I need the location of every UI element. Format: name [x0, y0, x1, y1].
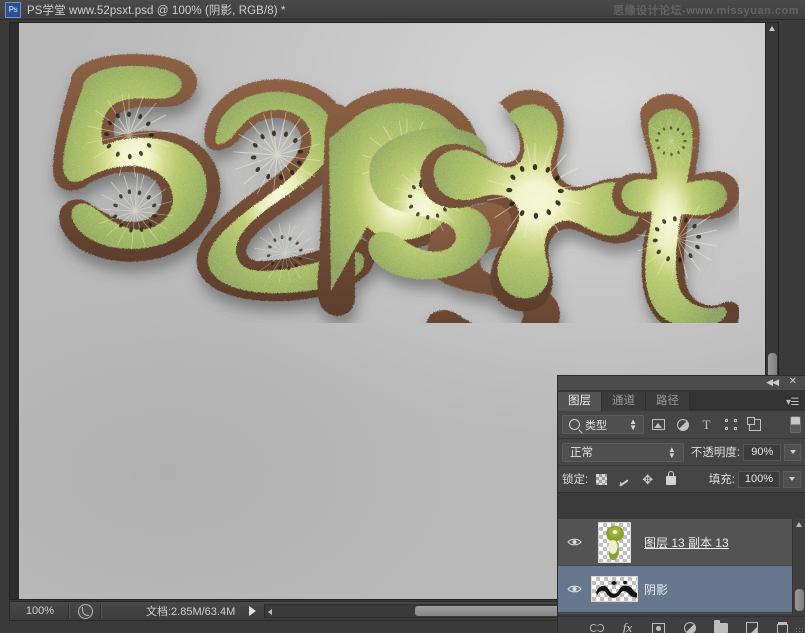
eye-icon [567, 584, 582, 594]
title-bar: Ps PS学堂 www.52psxt.psd @ 100% (阴影, RGB/8… [0, 0, 805, 20]
play-arrow-icon[interactable] [249, 606, 257, 616]
eye-icon [567, 537, 582, 547]
fill-value[interactable]: 100% [738, 470, 780, 488]
tab-layers[interactable]: 图层 [558, 392, 602, 411]
up-down-spinner-icon[interactable]: ▲ ▼ [668, 445, 676, 459]
layer-filter-row: 类型 ▲ ▼ T [558, 411, 805, 439]
tab-channels[interactable]: 通道 [602, 392, 646, 411]
document-info: 文档:2.85M/63.4M [146, 606, 236, 618]
delete-layer-trash-icon[interactable] [775, 621, 790, 633]
photoshop-ps-icon: Ps [5, 1, 21, 18]
scrollbar-thumb[interactable] [795, 589, 804, 611]
photoshop-window: Ps PS学堂 www.52psxt.psd @ 100% (阴影, RGB/8… [0, 0, 805, 633]
lock-row: 锁定: ✥ 填充: 100% [558, 466, 805, 493]
layer-list: 图层 13 副本 13 阴影 [558, 519, 805, 614]
resize-grip[interactable] [795, 627, 803, 633]
filter-enable-toggle[interactable] [790, 416, 801, 433]
table-row[interactable]: 阴影 [558, 566, 805, 613]
new-layer-icon[interactable] [744, 621, 759, 633]
collapse-panel-icon[interactable]: ◀◀ [766, 378, 779, 387]
filter-type-label: 类型 [585, 419, 607, 432]
lock-image-pixels-icon[interactable] [618, 473, 631, 486]
filter-icon-group: T [651, 416, 762, 432]
lock-all-icon[interactable] [664, 471, 677, 486]
new-group-folder-icon[interactable] [713, 620, 728, 633]
table-row[interactable]: 图层 13 副本 13 [558, 519, 805, 566]
filter-type-select[interactable]: 类型 ▲ ▼ [562, 415, 644, 434]
layer-thumbnail-cell[interactable] [591, 521, 638, 563]
tab-paths[interactable]: 路径 [646, 392, 690, 411]
panel-title-bar: ◀◀ ✕ [558, 376, 805, 391]
opacity-label: 不透明度: [690, 447, 741, 459]
lock-label: 锁定: [562, 474, 589, 486]
shadow-smudge-thumbnail [591, 576, 638, 602]
smart-object-filter-icon[interactable] [746, 416, 762, 432]
kiwi-letter-thumbnail [598, 521, 631, 563]
search-icon [569, 419, 580, 430]
layers-panel-toolbar: fx [558, 616, 805, 633]
document-preview-icon[interactable] [70, 603, 100, 619]
layer-name[interactable]: 阴影 [644, 581, 668, 598]
layer-thumbnail-cell[interactable] [591, 576, 638, 602]
layer-name[interactable]: 图层 13 副本 13 [644, 534, 729, 551]
blend-mode-select[interactable]: 正常 ▲ ▼ [562, 442, 684, 462]
lock-transparent-pixels-icon[interactable] [595, 473, 608, 486]
new-adjustment-layer-icon[interactable] [682, 621, 697, 633]
lock-position-icon[interactable]: ✥ [641, 473, 654, 486]
layer-visibility-toggle[interactable] [558, 584, 591, 594]
layer-visibility-toggle[interactable] [558, 537, 591, 547]
fill-group: 填充: 100% [702, 470, 801, 488]
link-layers-icon[interactable] [589, 621, 604, 633]
add-layer-mask-icon[interactable] [651, 621, 666, 633]
blend-mode-row: 正常 ▲ ▼ 不透明度: 90% [558, 439, 805, 466]
opacity-chevron-down-icon[interactable] [784, 443, 802, 461]
layer-style-fx-icon[interactable]: fx [620, 620, 635, 633]
layers-panel: ◀◀ ✕ 图层 通道 路径 ▾☰ 类型 ▲ ▼ T 正常 ▲ ▼ 不透明度: 9… [557, 375, 805, 633]
blend-mode-value: 正常 [570, 447, 593, 459]
kiwi-text-artwork [29, 43, 739, 323]
shape-layer-filter-icon[interactable] [723, 417, 738, 432]
up-down-spinner-icon[interactable]: ▲ ▼ [629, 418, 637, 432]
layer-list-scrollbar[interactable] [792, 519, 805, 614]
zoom-level[interactable]: 100% [10, 605, 68, 617]
panel-tabs: 图层 通道 路径 ▾☰ [558, 391, 805, 411]
panel-menu-icon[interactable]: ▾☰ [786, 398, 799, 408]
adjustment-layer-filter-icon[interactable] [675, 417, 690, 432]
scroll-up-arrow-icon[interactable] [769, 26, 775, 31]
scroll-left-arrow-icon[interactable] [268, 609, 273, 615]
opacity-value[interactable]: 90% [743, 443, 782, 461]
watermark-text: 思缘设计论坛-www.missyuan.com [613, 5, 799, 17]
type-layer-filter-icon[interactable]: T [699, 417, 714, 432]
fill-chevron-down-icon[interactable] [783, 470, 801, 488]
scroll-up-arrow-icon[interactable] [796, 522, 802, 527]
fill-label: 填充: [708, 474, 735, 486]
application-frame: 100% 文档:2.85M/63.4M ◀◀ ✕ 图层 通道 路径 ▾☰ 类型 … [0, 20, 805, 633]
close-panel-icon[interactable]: ✕ [789, 377, 797, 387]
window-title: PS学堂 www.52psxt.psd @ 100% (阴影, RGB/8) * [27, 4, 286, 17]
lock-icon-group: ✥ [595, 471, 677, 486]
pixel-layer-filter-icon[interactable] [651, 417, 666, 432]
